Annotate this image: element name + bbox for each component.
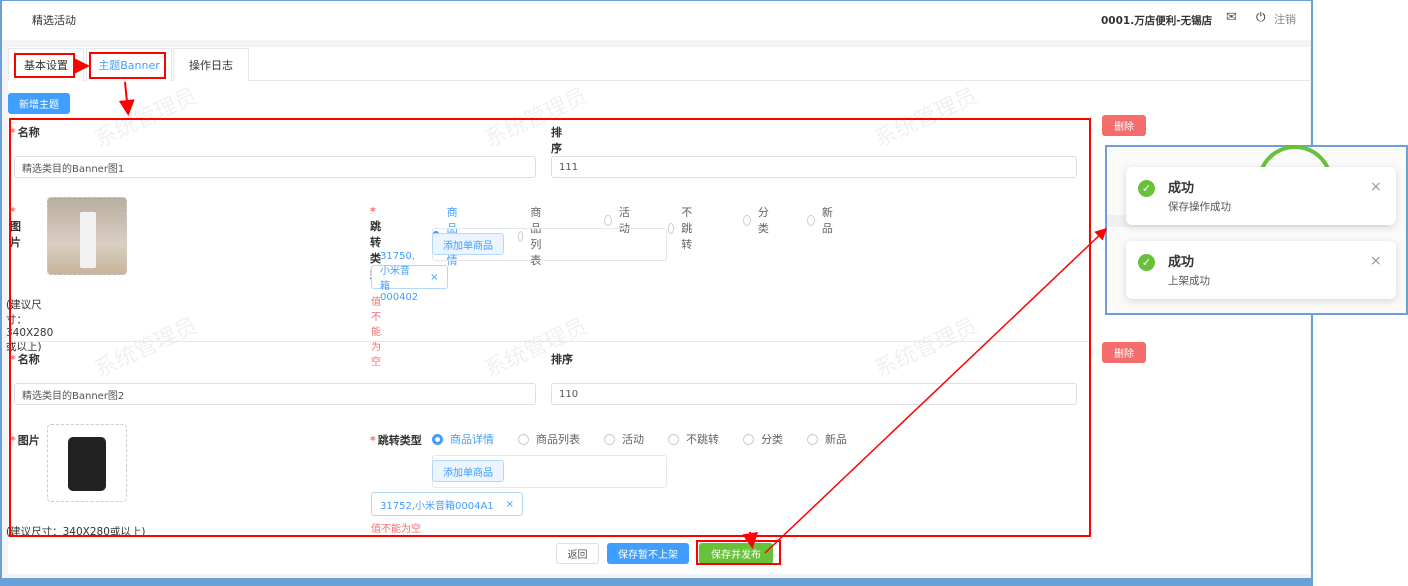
arrow bbox=[742, 531, 759, 549]
annotation-arrows bbox=[74, 58, 1108, 554]
arrow bbox=[118, 81, 135, 116]
arrow bbox=[764, 227, 1108, 554]
